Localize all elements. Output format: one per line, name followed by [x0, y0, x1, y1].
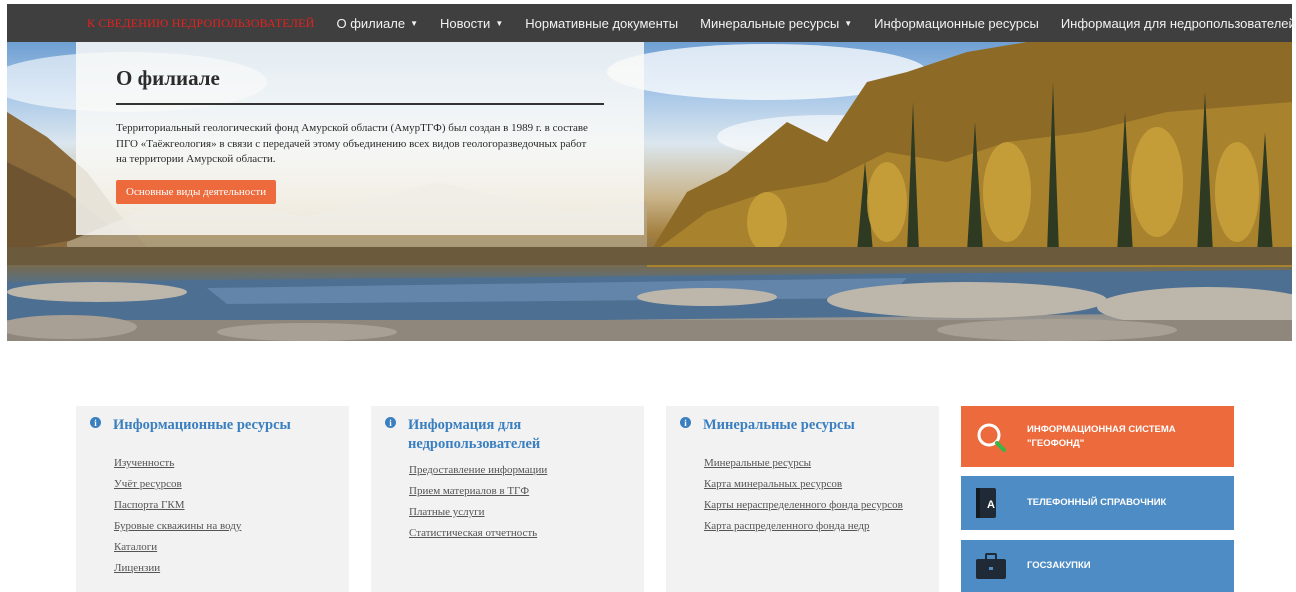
link-licenses[interactable]: Лицензии: [114, 558, 335, 579]
main-activities-button[interactable]: Основные виды деятельности: [116, 179, 277, 204]
tile-label: ИНФОРМАЦИОННАЯ СИСТЕМА "ГЕОФОНД": [1027, 423, 1176, 449]
link-mineral-resources-map[interactable]: Карта минеральных ресурсов: [704, 474, 925, 495]
nav-item-label: Минеральные ресурсы: [700, 15, 840, 31]
link-resource-accounting[interactable]: Учёт ресурсов: [114, 474, 335, 495]
phone-book-icon: A: [976, 488, 996, 518]
nav-item-mineral-resources[interactable]: Минеральные ресурсы ▼: [700, 16, 852, 31]
hero-title: О филиале: [116, 66, 604, 105]
svg-text:A: A: [987, 499, 995, 511]
caret-down-icon: ▼: [495, 18, 504, 28]
briefcase-icon: [976, 553, 1006, 579]
nav-item-label: Новости: [439, 15, 491, 31]
caret-down-icon: ▼: [844, 18, 853, 28]
link-info-provision[interactable]: Предоставление информации: [409, 460, 630, 481]
hero-banner: О филиале Территориальный геологический …: [7, 42, 1292, 341]
nav-item-about[interactable]: О филиале ▼: [336, 16, 418, 31]
search-icon: [977, 423, 1006, 452]
tile-label: ТЕЛЕФОННЫЙ СПРАВОЧНИК: [1027, 497, 1167, 508]
nav-item-label: Нормативные документы: [525, 15, 679, 31]
nav-item-label: Информационные ресурсы: [874, 15, 1039, 31]
nav-alert-link[interactable]: К СВЕДЕНИЮ НЕДРОПОЛЬЗОВАТЕЛЕЙ: [87, 16, 314, 31]
panel-links: Минеральные ресурсы Карта минеральных ре…: [680, 453, 925, 537]
nav-item-regulations[interactable]: Нормативные документы: [525, 16, 678, 31]
link-study[interactable]: Изученность: [114, 453, 335, 474]
link-materials-acceptance[interactable]: Прием материалов в ТГФ: [409, 481, 630, 502]
link-catalogs[interactable]: Каталоги: [114, 537, 335, 558]
link-paid-services[interactable]: Платные услуги: [409, 502, 630, 523]
link-statistical-reports[interactable]: Статистическая отчетность: [409, 523, 630, 544]
phone-directory-tile[interactable]: A ТЕЛЕФОННЫЙ СПРАВОЧНИК: [961, 476, 1234, 530]
link-water-wells[interactable]: Буровые скважины на воду: [114, 516, 335, 537]
link-unallocated-fund-maps[interactable]: Карты нераспределенного фонда ресурсов: [704, 495, 925, 516]
panel-links: Предоставление информации Прием материал…: [385, 460, 630, 544]
link-allocated-fund-map[interactable]: Карта распределенного фонда недр: [704, 516, 925, 537]
info-icon: i: [385, 417, 396, 428]
panel-subsoil-users-info: i Информация для недропользователей Пред…: [371, 406, 644, 592]
hero-description: Территориальный геологический фонд Амурс…: [116, 122, 588, 165]
caret-down-icon: ▼: [410, 18, 418, 28]
info-icon: i: [680, 417, 691, 428]
link-mineral-resources[interactable]: Минеральные ресурсы: [704, 453, 925, 474]
panel-mineral-resources: i Минеральные ресурсы Минеральные ресурс…: [666, 406, 939, 592]
panel-title[interactable]: Минеральные ресурсы: [703, 416, 855, 435]
geofond-system-tile[interactable]: ИНФОРМАЦИОННАЯ СИСТЕМА "ГЕОФОНД": [961, 406, 1234, 467]
about-card: О филиале Территориальный геологический …: [76, 42, 644, 235]
procurement-tile[interactable]: ГОСЗАКУПКИ: [961, 540, 1234, 592]
nav-item-news[interactable]: Новости ▼: [440, 16, 503, 31]
tile-label: ГОСЗАКУПКИ: [1027, 560, 1091, 571]
info-icon: i: [90, 417, 101, 428]
panel-links: Изученность Учёт ресурсов Паспорта ГКМ Б…: [90, 453, 335, 579]
nav-item-subsoil-users-info[interactable]: Информация для недропользователей: [1061, 16, 1296, 31]
link-gkm-passports[interactable]: Паспорта ГКМ: [114, 495, 335, 516]
nav-item-label: О филиале: [336, 15, 406, 31]
panel-title[interactable]: Информационные ресурсы: [113, 416, 291, 435]
panel-info-resources: i Информационные ресурсы Изученность Учё…: [76, 406, 349, 592]
nav-item-info-resources[interactable]: Информационные ресурсы: [874, 16, 1039, 31]
top-navbar: К СВЕДЕНИЮ НЕДРОПОЛЬЗОВАТЕЛЕЙ О филиале ▼…: [7, 4, 1296, 42]
nav-item-label: Информация для недропользователей: [1060, 15, 1296, 31]
panel-title[interactable]: Информация для недропользователей: [408, 416, 588, 454]
